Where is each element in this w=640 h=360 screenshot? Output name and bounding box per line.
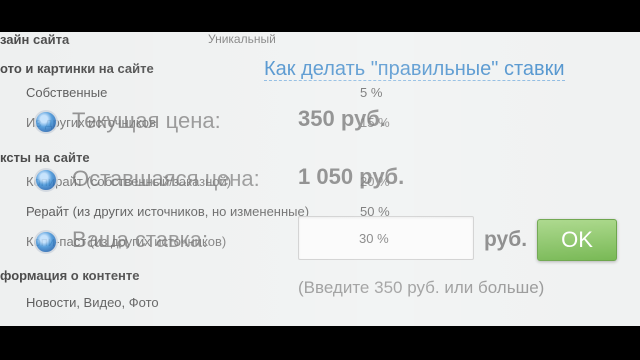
news-label: Новости, Видео, Фото xyxy=(26,295,159,310)
your-bid-label: Ваша ставка: xyxy=(72,227,209,252)
bid-hint: (Введите 350 руб. или больше) xyxy=(298,278,545,297)
info-section-label: формация о контенте xyxy=(0,268,140,283)
own-photos-label: Собственные xyxy=(26,85,108,100)
auction-panel: зайн сайта Уникальный ото и картинки на … xyxy=(0,32,640,326)
bid-help-link[interactable]: Как делать "правильные" ставки xyxy=(264,58,565,81)
currency-label: руб. xyxy=(484,228,528,251)
rewrite-label: Рерайт (из других источников, но изменен… xyxy=(26,204,310,219)
bid-input[interactable]: 30 % xyxy=(298,216,474,260)
design-section-label: зайн сайта xyxy=(0,32,70,47)
radio-remaining-price[interactable] xyxy=(34,168,58,192)
ok-button[interactable]: OK xyxy=(537,219,617,261)
design-value: Уникальный xyxy=(208,32,276,46)
remaining-price-label: Оставшаяся цена: xyxy=(72,166,260,191)
radio-your-bid[interactable] xyxy=(34,230,58,254)
remaining-price-value: 1 050 руб. xyxy=(298,164,405,189)
current-price-label: Текущая цена: xyxy=(72,108,221,133)
own-photos-value: 5 % xyxy=(360,85,383,100)
radio-current-price[interactable] xyxy=(34,110,58,134)
current-price-value: 350 руб. xyxy=(298,106,386,131)
photos-section-label: ото и картинки на сайте xyxy=(0,61,154,76)
bid-input-value: 30 % xyxy=(359,231,389,246)
texts-section-label: ксты на сайте xyxy=(0,150,90,165)
